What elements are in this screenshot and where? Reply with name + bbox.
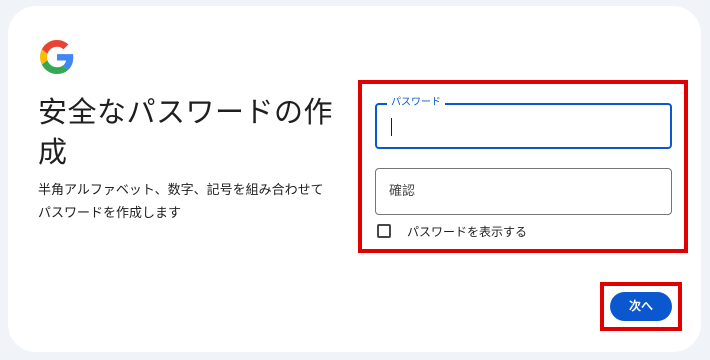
title-line-1: 安全なパスワードの作 [38, 95, 334, 129]
subtitle-line-1: 半角アルファベット、数字、記号を組み合わせて [38, 183, 324, 198]
subtitle-line-2: パスワードを作成します [38, 206, 182, 221]
google-g-icon [40, 40, 74, 74]
title-line-2: 成 [38, 135, 68, 169]
page-title: 安全なパスワードの作 成 [38, 92, 358, 172]
page-subtitle: 半角アルファベット、数字、記号を組み合わせて パスワードを作成します [38, 179, 338, 225]
highlight-box-next [600, 282, 682, 331]
highlight-box-form [358, 80, 688, 253]
